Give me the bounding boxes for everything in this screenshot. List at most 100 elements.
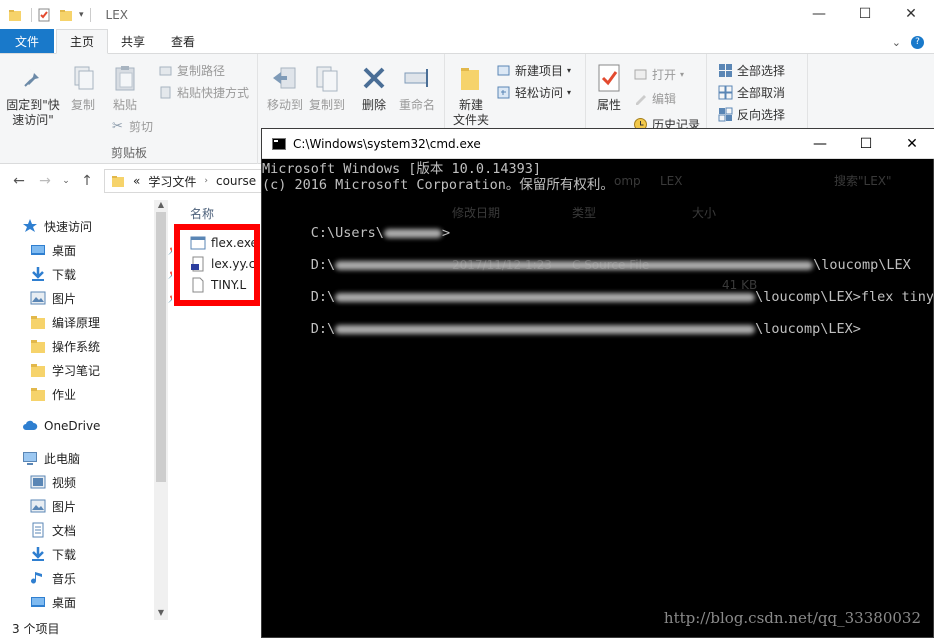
nav-item-label: 操作系统 <box>52 339 101 354</box>
easy-access-icon <box>497 86 510 99</box>
up-button[interactable]: ↑ <box>76 170 98 192</box>
open-button[interactable]: 打开 ▾ <box>633 66 684 83</box>
new-folder-icon[interactable] <box>59 8 73 22</box>
cmd-close-button[interactable]: ✕ <box>889 129 934 158</box>
delete-button[interactable]: 删除 <box>357 62 391 113</box>
close-button[interactable]: ✕ <box>888 0 934 28</box>
cmd-minimize-button[interactable]: — <box>797 129 843 158</box>
nav-onedrive[interactable]: OneDrive <box>22 415 174 437</box>
properties-check-icon <box>598 64 620 92</box>
desktop-icon <box>31 597 45 607</box>
invert-selection-button[interactable]: 反向选择 <box>718 106 785 123</box>
edit-label: 编辑 <box>652 92 677 106</box>
move-to-button[interactable]: 移动到 <box>265 62 305 113</box>
bg-path-lex: LEX <box>660 174 683 188</box>
redacted-text <box>335 292 756 302</box>
rename-button[interactable]: 重命名 <box>397 62 437 113</box>
tab-home[interactable]: 主页 <box>56 29 109 54</box>
easy-access-label: 轻松访问 <box>515 86 564 100</box>
select-none-button[interactable]: 全部取消 <box>718 84 785 101</box>
column-header-name[interactable]: 名称 <box>190 205 214 222</box>
quick-access-dropdown[interactable]: ▾ <box>79 10 84 20</box>
cut-button[interactable]: ✂ 剪切 <box>110 118 153 135</box>
tab-view[interactable]: 查看 <box>158 29 208 53</box>
tab-file[interactable]: 文件 <box>0 29 54 53</box>
nav-item-label: 下载 <box>52 547 77 562</box>
clipboard-group: 固定到"快速访问" 复制 粘贴 复制路径 粘贴快捷方式 ✂ 剪切 剪贴板 <box>0 54 258 164</box>
breadcrumb-overflow[interactable]: « <box>133 174 140 188</box>
expand-ribbon-icon[interactable]: ⌄ <box>892 36 901 49</box>
cmd-prompt-prefix: D:\ <box>310 257 336 273</box>
scroll-thumb[interactable] <box>156 212 166 482</box>
address-bar[interactable]: « 学习文件 › course <box>104 169 264 193</box>
pin-icon <box>24 68 39 87</box>
open-icon <box>634 69 647 80</box>
paste-icon <box>115 66 135 91</box>
cmd-line-copyright: (c) 2016 Microsoft Corporation。保留所有权利。 <box>262 177 614 193</box>
ribbon-controls: ⌄ ? <box>892 30 934 54</box>
cmd-window[interactable]: C:\Windows\system32\cmd.exe — ☐ ✕ omp LE… <box>261 128 934 638</box>
cmd-output[interactable]: omp LEX 搜索"LEX" 修改日期 类型 大小 2017/11/12 1:… <box>262 159 933 637</box>
paste-shortcut-button[interactable]: 粘贴快捷方式 <box>158 84 249 101</box>
scroll-down-arrow[interactable]: ▼ <box>154 608 168 620</box>
copy-button[interactable]: 复制 <box>66 62 100 113</box>
properties-icon[interactable] <box>37 8 51 22</box>
nav-pane-scrollbar[interactable]: ▲ ▼ <box>154 200 168 620</box>
easy-access-button[interactable]: 轻松访问 ▾ <box>496 84 571 101</box>
pin-quick-access-button[interactable]: 固定到"快速访问" <box>4 62 62 128</box>
music-icon <box>31 572 42 584</box>
cmd-maximize-button[interactable]: ☐ <box>843 129 889 158</box>
back-button[interactable]: ← <box>8 170 30 192</box>
clipboard-group-label: 剪贴板 <box>110 146 147 160</box>
forward-button[interactable]: → <box>34 170 56 192</box>
terminal-icon <box>272 137 286 150</box>
minimize-button[interactable]: — <box>796 0 842 28</box>
redacted-text <box>335 324 756 334</box>
breadcrumb-study-files[interactable]: 学习文件 <box>148 173 196 190</box>
nav-quick-access[interactable]: 快速访问 <box>22 215 174 237</box>
copy-to-button[interactable]: 复制到 <box>307 62 347 113</box>
cut-label: 剪切 <box>129 120 154 134</box>
cmd-prompt-suffix: \loucomp\LEX> <box>755 321 861 337</box>
help-icon[interactable]: ? <box>911 35 924 49</box>
nav-this-pc[interactable]: 此电脑 <box>22 447 174 469</box>
new-folder-button[interactable]: 新建 文件夹 <box>452 62 490 128</box>
select-none-icon <box>718 85 733 100</box>
breadcrumb-course[interactable]: course <box>216 174 256 188</box>
nav-item-label: 学习笔记 <box>52 363 101 378</box>
cmd-title: C:\Windows\system32\cmd.exe <box>293 136 481 151</box>
redacted-text <box>335 260 814 270</box>
nav-item-label: 桌面 <box>52 595 77 610</box>
scroll-up-arrow[interactable]: ▲ <box>154 200 168 212</box>
nav-quick-access-label: 快速访问 <box>44 219 93 234</box>
dropdown-arrow-icon: ▾ <box>680 70 685 79</box>
paste-button[interactable]: 粘贴 <box>108 62 142 113</box>
maximize-button[interactable]: ☐ <box>842 0 888 28</box>
nav-item-label: 作业 <box>52 387 77 402</box>
cmd-titlebar[interactable]: C:\Windows\system32\cmd.exe — ☐ ✕ <box>262 129 934 159</box>
copy-path-button[interactable]: 复制路径 <box>158 62 225 79</box>
tab-share[interactable]: 共享 <box>108 29 158 53</box>
folder-icon <box>31 388 45 401</box>
bg-path-tail: omp <box>614 174 641 188</box>
recent-locations-button[interactable]: ⌄ <box>60 170 72 192</box>
nav-item-label: 文档 <box>52 523 77 538</box>
folder-icon <box>112 176 124 187</box>
redacted-text <box>383 228 442 238</box>
nav-item-label: 桌面 <box>52 243 77 258</box>
nav-onedrive-label: OneDrive <box>44 419 101 433</box>
move-to-icon <box>273 67 296 89</box>
cmd-prompt-suffix: > <box>441 225 451 241</box>
open-label: 打开 <box>652 68 677 82</box>
folder-icon <box>31 340 45 353</box>
download-icon <box>32 547 44 561</box>
select-all-button[interactable]: 全部选择 <box>718 62 785 79</box>
properties-button[interactable]: 属性 <box>591 62 627 113</box>
pictures-icon <box>30 291 46 305</box>
watermark: http://blog.csdn.net/qq_33380032 <box>663 609 921 627</box>
edit-button[interactable]: 编辑 <box>633 90 676 107</box>
new-item-icon <box>497 65 510 76</box>
navigation-pane: 快速访问 桌面 📌 下载 📌 图片 📌 编译原理 操作系统 学习笔记 作业 On… <box>0 197 180 621</box>
new-item-button[interactable]: 新建项目 ▾ <box>496 62 571 79</box>
dropdown-arrow-icon: ▾ <box>567 66 572 75</box>
